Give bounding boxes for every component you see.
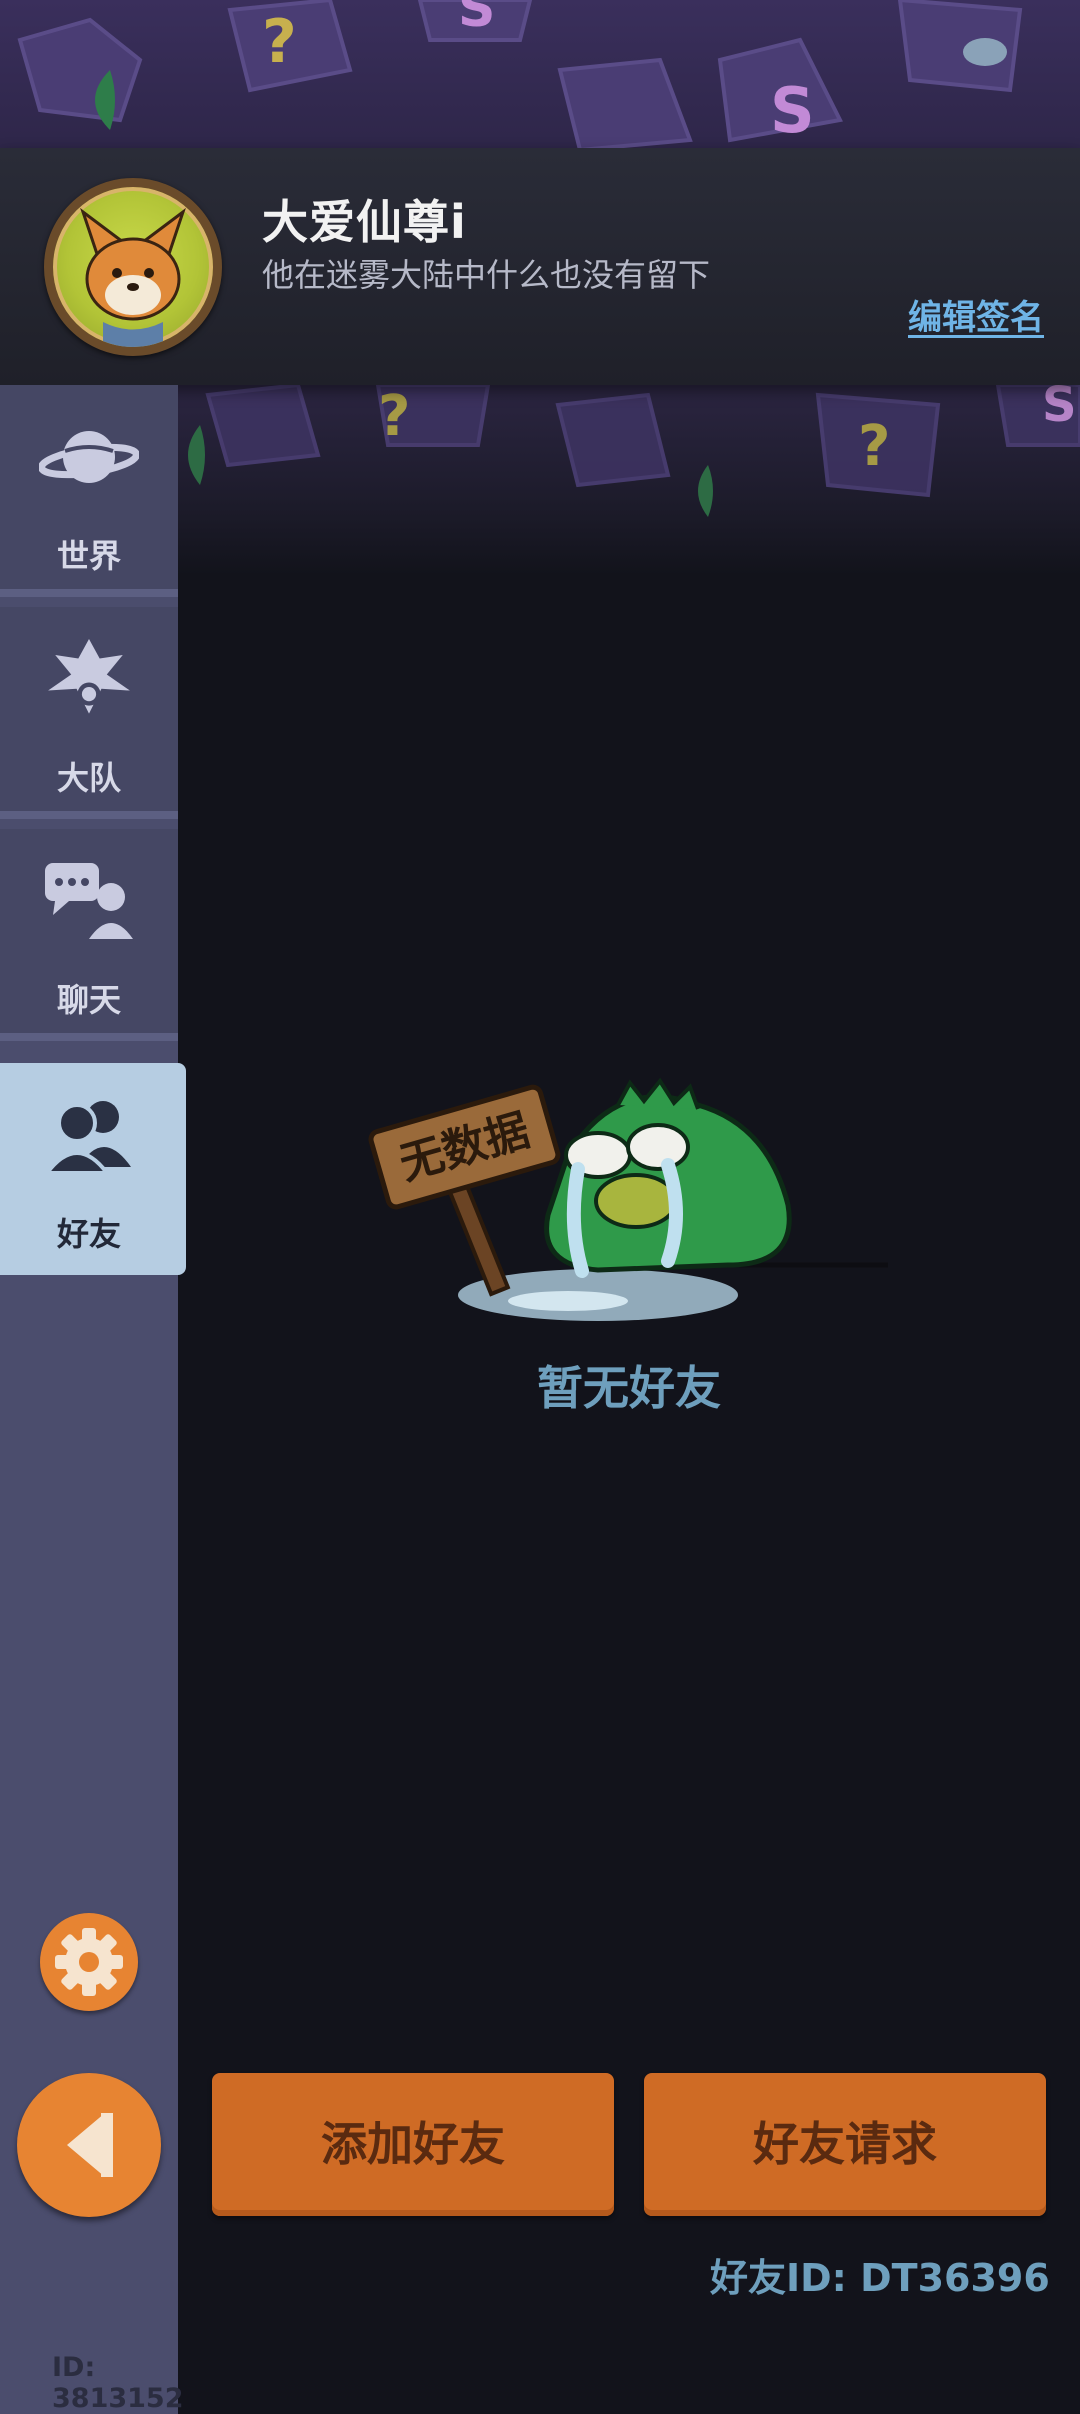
sidebar-item-world[interactable]: 世界 xyxy=(0,385,178,597)
back-arrow-icon xyxy=(67,2113,113,2177)
background-pattern-top: ? S S xyxy=(0,0,1080,150)
edit-signature-link[interactable]: 编辑签名 xyxy=(908,290,1044,339)
user-id-label: ID: 3813152 xyxy=(52,2352,184,2414)
sidebar: 世界 大队 聊天 好友 ID: 3813152 xyxy=(0,385,186,2414)
user-nickname: 大爱仙尊i xyxy=(262,195,467,249)
sidebar-item-label: 大队 xyxy=(56,759,121,797)
sidebar-item-friends[interactable]: 好友 xyxy=(0,1063,186,1275)
add-friend-button[interactable]: 添加好友 xyxy=(212,2073,614,2216)
svg-text:S: S xyxy=(1042,385,1077,433)
team-emblem-icon xyxy=(48,639,130,714)
sidebar-item-chat[interactable]: 聊天 xyxy=(0,829,178,1041)
background-pattern-mid: ? ? S xyxy=(178,385,1080,575)
planet-icon xyxy=(39,431,139,483)
svg-text:?: ? xyxy=(262,7,297,77)
friends-screen: ? S S ? ? S 大爱仙尊i 他在迷雾大陆中什么也没有留下 编辑签名 世界… xyxy=(0,0,1080,2414)
sidebar-item-label: 好友 xyxy=(56,1215,121,1253)
crying-frog-illustration: 无数据 xyxy=(368,1077,888,1321)
sidebar-item-team[interactable]: 大队 xyxy=(0,607,178,819)
svg-text:S: S xyxy=(458,0,495,39)
friends-icon xyxy=(42,1101,131,1175)
profile-header: 大爱仙尊i 他在迷雾大陆中什么也没有留下 编辑签名 xyxy=(0,148,1080,385)
chat-icon xyxy=(45,863,133,939)
settings-button[interactable] xyxy=(40,1913,138,2011)
gear-icon xyxy=(55,1928,123,1996)
empty-state-text: 暂无好友 xyxy=(537,1361,721,1415)
user-signature: 他在迷雾大陆中什么也没有留下 xyxy=(262,256,711,294)
svg-text:?: ? xyxy=(378,385,410,449)
sidebar-item-label: 世界 xyxy=(56,537,121,575)
sidebar-item-label: 聊天 xyxy=(56,981,121,1019)
friend-request-button[interactable]: 好友请求 xyxy=(644,2073,1046,2216)
back-button[interactable] xyxy=(17,2073,161,2217)
friend-id-label: 好友ID: DT36396 xyxy=(710,2256,1050,2300)
svg-text:?: ? xyxy=(858,414,890,479)
svg-text:S: S xyxy=(770,74,815,147)
fox-avatar-icon xyxy=(80,207,186,347)
avatar[interactable] xyxy=(44,178,222,356)
